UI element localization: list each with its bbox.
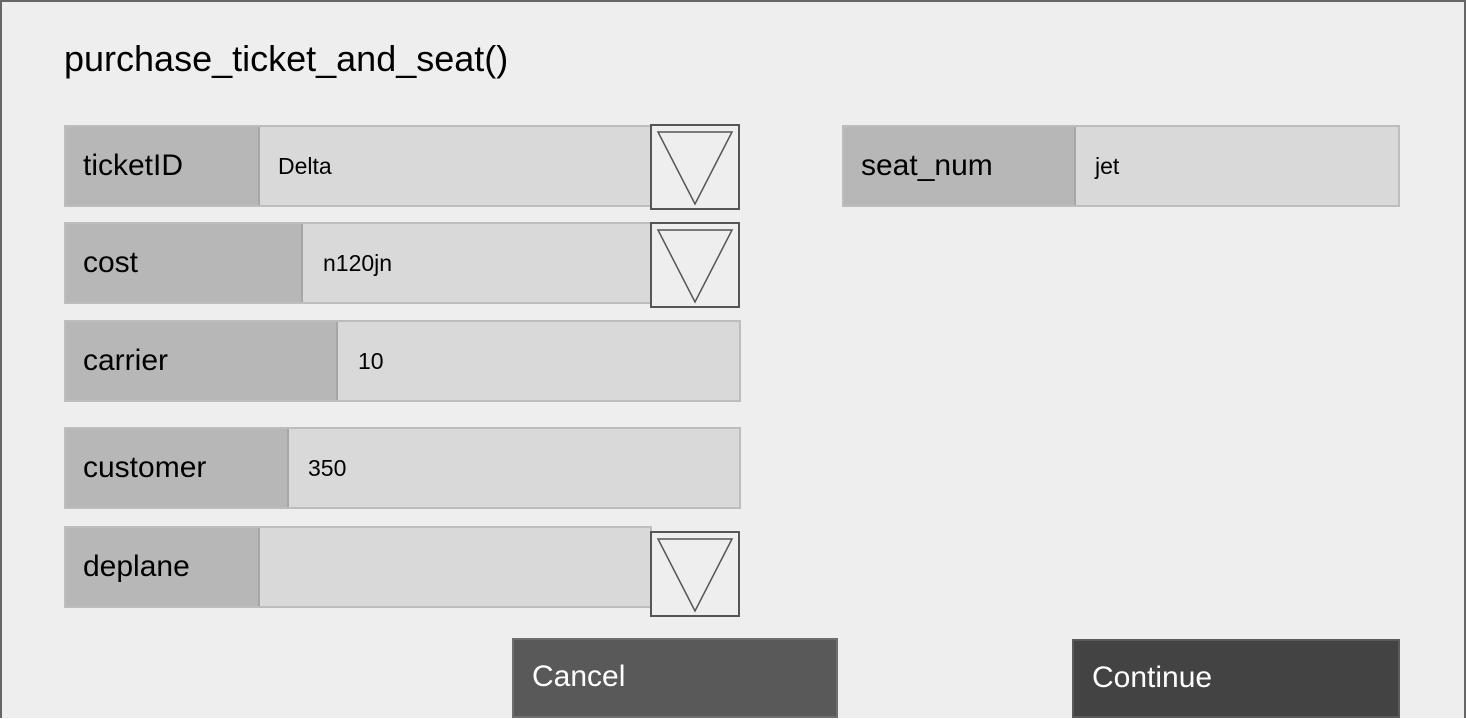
seat-num-value[interactable]: jet [1095,153,1119,180]
customer-field[interactable]: customer 350 [64,427,741,509]
deplane-field[interactable]: deplane [64,526,652,608]
carrier-label: carrier [66,322,338,400]
cost-label: cost [66,224,303,302]
ticketid-field[interactable]: ticketID Delta [64,125,652,207]
dialog-title: purchase_ticket_and_seat() [64,38,509,79]
carrier-field[interactable]: carrier 10 [64,320,741,402]
carrier-value[interactable]: 10 [358,348,384,375]
seat-num-field[interactable]: seat_num jet [842,125,1400,207]
dialog-window: purchase_ticket_and_seat() ticketID Delt… [0,0,1466,718]
customer-value[interactable]: 350 [308,455,346,482]
cancel-button[interactable]: Cancel [512,638,838,718]
cost-dropdown-button[interactable] [650,222,740,308]
triangle-down-icon [656,538,734,613]
ticketid-label: ticketID [66,127,260,205]
deplane-label: deplane [66,528,260,606]
cost-field[interactable]: cost n120jn [64,222,652,304]
ticketid-value[interactable]: Delta [278,153,332,180]
triangle-down-icon [656,229,734,304]
cost-value[interactable]: n120jn [323,250,392,277]
customer-label: customer [66,429,289,507]
seat-num-label: seat_num [844,127,1076,205]
triangle-down-icon [656,131,734,206]
deplane-dropdown-button[interactable] [650,531,740,617]
continue-button[interactable]: Continue [1072,639,1400,718]
ticketid-dropdown-button[interactable] [650,124,740,210]
